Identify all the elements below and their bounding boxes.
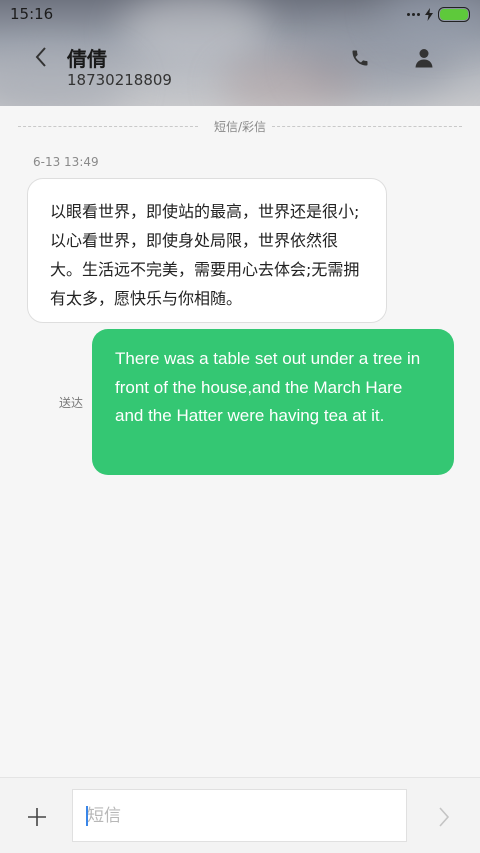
- outgoing-message-text: There was a table set out under a tree i…: [115, 349, 421, 425]
- message-composer: [0, 777, 480, 853]
- text-cursor: [86, 806, 88, 826]
- status-time: 15:16: [10, 5, 54, 23]
- send-button[interactable]: [430, 803, 458, 831]
- incoming-message-text: 以眼看世界，即使站的最高，世界还是很小;以心看世界，即使身处局限，世界依然很大。…: [50, 202, 360, 308]
- back-chevron-icon: [35, 47, 46, 67]
- attach-button[interactable]: [24, 804, 50, 830]
- charging-bolt-icon: [425, 7, 433, 21]
- message-input[interactable]: [72, 789, 407, 842]
- send-chevron-icon: [439, 807, 450, 827]
- person-icon: [415, 49, 433, 68]
- incoming-message-bubble[interactable]: 以眼看世界，即使站的最高，世界还是很小;以心看世界，即使身处局限，世界依然很大。…: [27, 178, 387, 323]
- channel-label: 短信/彩信: [213, 120, 267, 134]
- signal-dots-icon: [407, 12, 420, 16]
- battery-level-fill: [440, 8, 468, 20]
- call-button[interactable]: [344, 42, 376, 74]
- conversation-header: 15:16 倩倩 18730218809: [0, 0, 480, 106]
- contact-name: 倩倩: [67, 47, 107, 71]
- message-timestamp: 6-13 13:49: [33, 155, 99, 169]
- battery-icon: [438, 6, 470, 22]
- contact-number: 18730218809: [67, 71, 172, 89]
- status-bar: 15:16: [0, 0, 480, 28]
- plus-icon: [28, 808, 46, 826]
- contact-details-button[interactable]: [408, 42, 440, 74]
- outgoing-message-bubble[interactable]: There was a table set out under a tree i…: [92, 329, 454, 475]
- phone-icon: [352, 50, 368, 66]
- delivery-status: 送达: [59, 396, 84, 410]
- status-icons: [407, 6, 470, 22]
- channel-divider: 短信/彩信: [18, 116, 462, 136]
- back-button[interactable]: [24, 40, 58, 74]
